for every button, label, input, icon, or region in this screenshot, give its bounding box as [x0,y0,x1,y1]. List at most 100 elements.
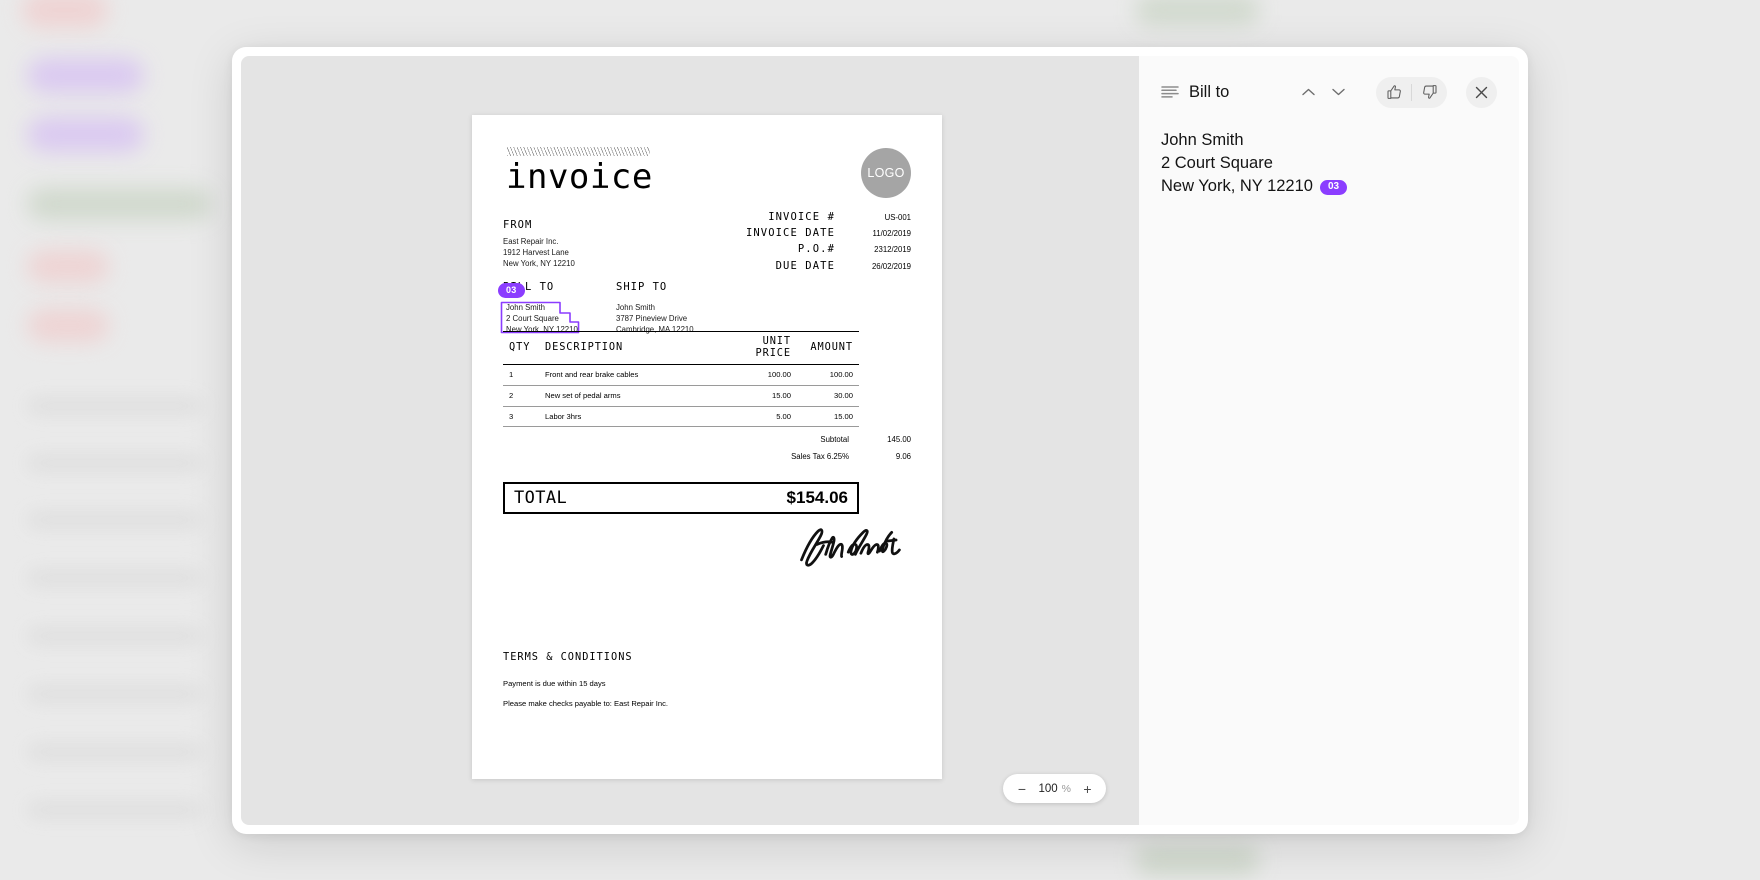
cell-qty: 3 [503,406,539,428]
background-bar [27,686,202,702]
column-header-description: DESCRIPTION [539,331,723,365]
meta-label: P.O.# [797,243,835,256]
meta-label: INVOICE # [768,211,835,223]
background-pill [1135,0,1260,25]
total-label: Sales Tax 6.25% [791,452,849,461]
chevron-up-icon[interactable] [1294,78,1322,106]
column-header-unit-price: UNIT PRICE [723,331,797,365]
invoice-page: invoice LOGO FROM East Repair Inc. 1912 … [472,115,942,779]
background-pill [27,309,109,342]
from-line: 1912 Harvest Lane [503,248,569,258]
meta-value: 11/02/2019 [872,229,911,239]
panel-value-line: 2 Court Square [1161,154,1273,172]
background-pill [1135,845,1260,875]
grand-total-value: $154.06 [786,488,848,507]
panel-title: Bill to [1189,82,1230,101]
total-label: Subtotal [820,435,849,444]
background-pill [22,0,108,28]
cell-qty: 1 [503,364,539,386]
bill-to-line: John Smith [506,303,546,312]
background-bar [27,512,202,528]
cell-description: Labor 3hrs [539,406,723,428]
panel-value-line: New York, NY 12210 [1161,177,1313,195]
column-header-amount: AMOUNT [797,331,859,365]
background-bar [27,570,202,586]
table-row: 2 New set of pedal arms 15.00 30.00 [503,385,859,407]
zoom-unit-label: % [1061,782,1071,795]
signature [796,520,906,574]
total-row: Subtotal 145.00 [791,435,911,444]
grand-total-label: TOTAL [514,488,568,508]
background-bar [27,455,202,471]
meta-row: DUE DATE 26/02/2019 [746,260,911,272]
background-pill [27,58,144,93]
from-address: East Repair Inc. 1912 Harvest Lane New Y… [503,236,575,270]
from-line: East Repair Inc. [503,237,559,246]
total-value: 145.00 [887,435,911,444]
chevron-down-icon[interactable] [1324,78,1352,106]
background-bar [27,398,202,414]
logo-placeholder: LOGO [861,148,911,198]
meta-row: P.O.# 2312/2019 [746,243,911,255]
meta-value: US-001 [884,213,911,222]
panel-value-line: John Smith [1161,131,1244,149]
cell-description: New set of pedal arms [539,385,723,407]
annotation-badge: 03 [498,283,525,298]
terms-heading: TERMS & CONDITIONS [503,651,633,663]
totals-section: Subtotal 145.00 Sales Tax 6.25% 9.06 [791,435,911,469]
cell-qty: 2 [503,385,539,407]
from-heading: FROM [503,219,533,231]
ship-to-line: John Smith [616,303,656,312]
thumbs-down-icon[interactable] [1412,77,1447,108]
table-header-row: QTY DESCRIPTION UNIT PRICE AMOUNT [503,331,859,365]
feedback-buttons [1376,76,1447,108]
panel-header: Bill to [1161,75,1497,109]
zoom-in-button[interactable]: + [1080,781,1095,796]
meta-value: 2312/2019 [874,245,911,255]
thumbs-up-icon[interactable] [1376,77,1411,108]
table-row: 3 Labor 3hrs 5.00 15.00 [503,406,859,428]
document-preview-modal: invoice LOGO FROM East Repair Inc. 1912 … [232,47,1528,834]
background-bar [27,744,202,760]
total-value: 9.06 [895,452,911,461]
grand-total-box: TOTAL $154.06 [503,482,859,514]
document-viewer[interactable]: invoice LOGO FROM East Repair Inc. 1912 … [241,56,1139,825]
terms-line: Payment is due within 15 days [503,679,606,688]
cell-amount: 100.00 [797,364,859,386]
column-header-qty: QTY [503,331,539,365]
line-items-table: QTY DESCRIPTION UNIT PRICE AMOUNT 1 Fron… [503,331,859,428]
cell-unit-price: 5.00 [723,406,797,428]
meta-value: 26/02/2019 [871,261,911,271]
panel-value-line-with-badge: New York, NY 12210 03 [1161,175,1497,198]
ship-to-heading: SHIP TO [616,281,668,293]
meta-row: INVOICE # US-001 [746,211,911,223]
zoom-control[interactable]: − 100 % + [1003,774,1106,803]
table-row: 1 Front and rear brake cables 100.00 100… [503,364,859,386]
zoom-level-value: 100 [1038,782,1058,795]
cell-unit-price: 100.00 [723,364,797,386]
panel-navigation [1294,78,1352,106]
field-detail-panel: Bill to John Smith 2 Court Square New Yo… [1139,56,1519,825]
background-bar [27,802,202,818]
meta-label: INVOICE DATE [745,227,835,240]
bill-to-line: 2 Court Square [506,314,559,324]
invoice-title: invoice [506,157,653,197]
cell-amount: 30.00 [797,385,859,407]
panel-badge: 03 [1319,179,1348,195]
list-lines-icon [1161,85,1179,99]
invoice-meta: INVOICE # US-001 INVOICE DATE 11/02/2019… [746,211,911,276]
cell-description: Front and rear brake cables [539,364,723,386]
from-line: New York, NY 12210 [503,259,575,269]
panel-value: John Smith 2 Court Square New York, NY 1… [1161,129,1497,198]
meta-row: INVOICE DATE 11/02/2019 [746,227,911,239]
close-icon[interactable] [1466,76,1497,108]
zoom-out-button[interactable]: − [1014,781,1029,796]
meta-label: DUE DATE [775,259,835,272]
total-row: Sales Tax 6.25% 9.06 [791,452,911,461]
background-bar [27,628,202,644]
cell-unit-price: 15.00 [723,385,797,407]
background-pill [27,188,212,220]
ship-to-line: 3787 Pineview Drive [616,314,688,324]
background-pill [27,250,109,283]
terms-line: Please make checks payable to: East Repa… [503,699,669,708]
